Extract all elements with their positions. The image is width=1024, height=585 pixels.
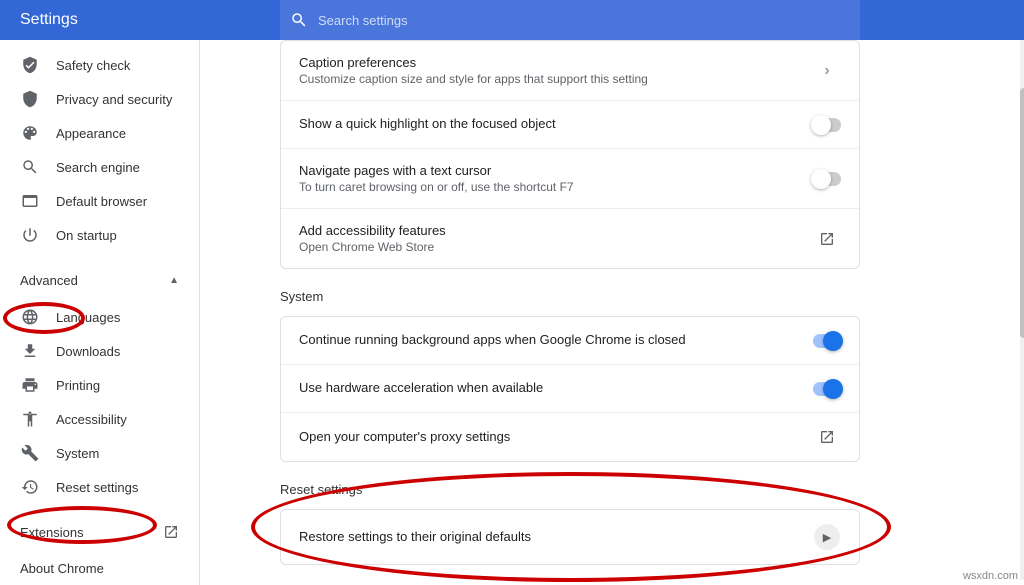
sidebar-item-label: Privacy and security: [56, 92, 172, 107]
launch-icon: [819, 231, 835, 247]
row-title: Open your computer's proxy settings: [299, 429, 813, 444]
sidebar-item-search[interactable]: Search engine: [0, 150, 199, 184]
settings-row[interactable]: Continue running background apps when Go…: [281, 317, 859, 365]
row-title: Restore settings to their original defau…: [299, 529, 813, 544]
sidebar-item-label: Accessibility: [56, 412, 127, 427]
search-icon: [290, 11, 308, 29]
row-title: Use hardware acceleration when available: [299, 380, 813, 395]
shield-icon: [20, 89, 40, 109]
advanced-toggle[interactable]: Advanced ▲: [0, 260, 199, 300]
restore-icon: [20, 477, 40, 497]
sidebar-item-printer[interactable]: Printing: [0, 368, 199, 402]
search-input[interactable]: [318, 13, 850, 28]
accessibility-icon: [20, 409, 40, 429]
sidebar-item-globe[interactable]: Languages: [0, 300, 199, 334]
sidebar-item-label: Downloads: [56, 344, 120, 359]
sidebar: Safety check Privacy and security Appear…: [0, 40, 200, 585]
sidebar-item-download[interactable]: Downloads: [0, 334, 199, 368]
row-title: Navigate pages with a text cursor: [299, 163, 813, 178]
settings-row[interactable]: Use hardware acceleration when available: [281, 365, 859, 413]
chevron-right-icon: ›: [824, 62, 829, 80]
sidebar-item-label: Printing: [56, 378, 100, 393]
sidebar-item-wrench[interactable]: System: [0, 436, 199, 470]
advanced-label: Advanced: [20, 273, 78, 288]
search-box[interactable]: [280, 0, 860, 40]
sidebar-item-label: Default browser: [56, 194, 147, 209]
sidebar-item-label: Languages: [56, 310, 120, 325]
sidebar-item-label: Search engine: [56, 160, 140, 175]
toggle-off[interactable]: [813, 118, 841, 132]
row-sub: To turn caret browsing on or off, use th…: [299, 180, 813, 194]
scrollbar-thumb[interactable]: [1020, 88, 1024, 338]
browser-icon: [20, 191, 40, 211]
sidebar-item-accessibility[interactable]: Accessibility: [0, 402, 199, 436]
sidebar-item-power[interactable]: On startup: [0, 218, 199, 252]
header: Settings: [0, 0, 1024, 40]
watermark: wsxdn.com: [963, 570, 1018, 582]
sidebar-item-browser[interactable]: Default browser: [0, 184, 199, 218]
content: Caption preferences Customize caption si…: [200, 40, 1024, 585]
sidebar-item-label: On startup: [56, 228, 117, 243]
chevron-up-icon: ▲: [169, 275, 179, 286]
search-icon: [20, 157, 40, 177]
row-title: Caption preferences: [299, 55, 813, 70]
about-link[interactable]: About Chrome: [0, 550, 199, 585]
row-title: Continue running background apps when Go…: [299, 332, 813, 347]
sidebar-item-palette[interactable]: Appearance: [0, 116, 199, 150]
sidebar-item-restore[interactable]: Reset settings: [0, 470, 199, 504]
launch-icon: [163, 524, 179, 540]
row-sub: Open Chrome Web Store: [299, 240, 813, 254]
row-title: Add accessibility features: [299, 223, 813, 238]
reset-card: Restore settings to their original defau…: [280, 509, 860, 565]
extensions-link[interactable]: Extensions: [0, 514, 199, 550]
printer-icon: [20, 375, 40, 395]
arrow-button[interactable]: ▶: [814, 524, 840, 550]
toggle-off[interactable]: [813, 172, 841, 186]
page-title: Settings: [0, 0, 200, 40]
download-icon: [20, 341, 40, 361]
sidebar-item-shield-check[interactable]: Safety check: [0, 48, 199, 82]
system-section-title: System: [280, 289, 860, 304]
launch-icon: [819, 429, 835, 445]
toggle-on[interactable]: [813, 334, 841, 348]
sidebar-item-label: Reset settings: [56, 480, 138, 495]
globe-icon: [20, 307, 40, 327]
wrench-icon: [20, 443, 40, 463]
sidebar-item-label: System: [56, 446, 99, 461]
settings-row[interactable]: Navigate pages with a text cursor To tur…: [281, 149, 859, 209]
settings-row[interactable]: Show a quick highlight on the focused ob…: [281, 101, 859, 149]
settings-row[interactable]: Restore settings to their original defau…: [281, 510, 859, 564]
sidebar-item-label: Safety check: [56, 58, 130, 73]
row-sub: Customize caption size and style for app…: [299, 72, 813, 86]
settings-row[interactable]: Add accessibility features Open Chrome W…: [281, 209, 859, 268]
system-card: Continue running background apps when Go…: [280, 316, 860, 462]
power-icon: [20, 225, 40, 245]
sidebar-item-label: Appearance: [56, 126, 126, 141]
shield-check-icon: [20, 55, 40, 75]
palette-icon: [20, 123, 40, 143]
accessibility-card: Caption preferences Customize caption si…: [280, 40, 860, 269]
row-title: Show a quick highlight on the focused ob…: [299, 116, 813, 131]
settings-row[interactable]: Caption preferences Customize caption si…: [281, 41, 859, 101]
toggle-on[interactable]: [813, 382, 841, 396]
sidebar-item-shield[interactable]: Privacy and security: [0, 82, 199, 116]
reset-section-title: Reset settings: [280, 482, 860, 497]
settings-row[interactable]: Open your computer's proxy settings: [281, 413, 859, 461]
